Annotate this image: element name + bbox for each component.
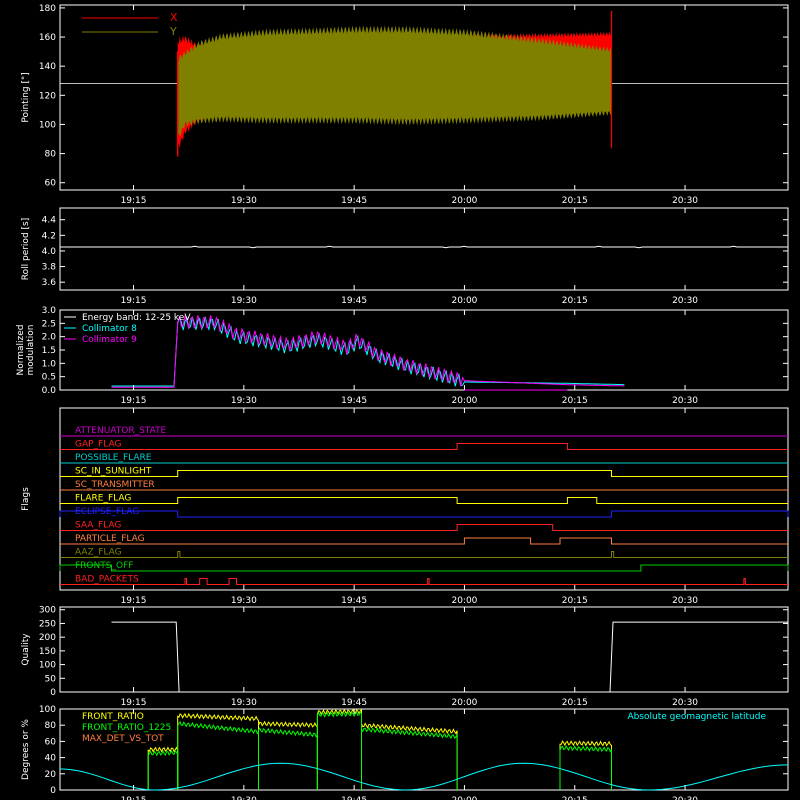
legend-label-Y: Y (169, 25, 177, 38)
x-tick-label: 20:30 (672, 796, 698, 800)
x-tick-label: 20:30 (672, 196, 698, 206)
x-tick-label: 20:00 (451, 596, 477, 606)
x-tick-label: 19:15 (121, 196, 147, 206)
x-tick-label: 19:15 (121, 596, 147, 606)
flag-label: AAZ_FLAG (75, 548, 122, 558)
legend-label-0: FRONT_RATIO (82, 712, 144, 722)
y-tick-label: 0 (50, 786, 56, 796)
x-tick-label: 20:15 (562, 596, 588, 606)
y-tick-label: 80 (45, 721, 57, 731)
legend-label-X: X (170, 11, 178, 24)
y-tick-label: 160 (39, 33, 56, 43)
hessi-observing-summary-figure: 60 80 100 120 140 160 180 19:15 19:30 19:45 20:00 2… (0, 0, 800, 800)
y-tick-label: 100 (39, 705, 56, 715)
y-axis-label: modulation (26, 325, 36, 376)
x-tick-label: 20:00 (451, 698, 477, 708)
x-tick-label: 19:45 (341, 196, 367, 206)
x-tick-label: 20:00 (451, 396, 477, 406)
x-tick-label: 19:30 (231, 296, 257, 306)
y-tick-label: 0.0 (42, 386, 57, 396)
y-tick-label: 0 (50, 688, 56, 698)
flag-label: PARTICLE_FLAG (75, 534, 145, 544)
x-tick-label: 19:45 (341, 296, 367, 306)
x-tick-label: 19:30 (231, 698, 257, 708)
x-tick-label: 19:45 (341, 396, 367, 406)
y-axis-label: Roll period [s] (21, 218, 31, 280)
y-tick-label: 40 (45, 754, 57, 764)
y-tick-label: 300 (39, 606, 56, 616)
y-tick-label: 60 (45, 179, 57, 189)
x-tick-label: 19:30 (231, 196, 257, 206)
y-tick-label: 100 (39, 661, 56, 671)
x-tick-label: 19:15 (121, 396, 147, 406)
x-tick-label: 20:30 (672, 396, 698, 406)
flag-label: BAD_PACKETS (75, 575, 139, 585)
y-tick-label: 60 (45, 737, 57, 747)
y-axis-label: Pointing ["] (21, 72, 31, 122)
y-axis-label: Degrees or % (21, 719, 31, 780)
x-tick-label: 19:30 (231, 596, 257, 606)
y-tick-label: 4.2 (42, 231, 56, 241)
y-axis-label: Quality (21, 633, 31, 666)
y-tick-label: 120 (39, 91, 56, 101)
y-tick-label: 4.0 (42, 247, 57, 257)
flag-label: SC_TRANSMITTER (75, 480, 155, 490)
x-tick-label: 20:30 (672, 296, 698, 306)
y-tick-label: 200 (39, 633, 56, 643)
x-tick-label: 20:00 (451, 196, 477, 206)
y-tick-label: 250 (39, 619, 56, 629)
x-tick-label: 19:30 (231, 796, 257, 800)
y-tick-label: 1.0 (42, 359, 57, 369)
y-axis-label: Normalized (16, 324, 26, 375)
y-tick-label: 0.5 (42, 373, 56, 383)
x-tick-label: 19:30 (231, 396, 257, 406)
flag-label: SAA_FLAG (75, 521, 121, 531)
x-tick-label: 19:45 (341, 596, 367, 606)
y-tick-label: 2.0 (42, 333, 57, 343)
y-tick-label: 3.6 (42, 278, 57, 288)
y-tick-label: 80 (45, 150, 57, 160)
x-tick-label: 20:15 (562, 796, 588, 800)
x-tick-label: 19:45 (341, 698, 367, 708)
y-tick-label: 3.0 (42, 306, 57, 316)
legend-label-1: FRONT_RATIO_1225 (82, 723, 171, 733)
x-tick-label: 20:15 (562, 196, 588, 206)
x-tick-label: 20:00 (451, 296, 477, 306)
x-tick-label: 19:15 (121, 796, 147, 800)
legend-label-0: Energy band: 12-25 keV (82, 313, 191, 323)
y-tick-label: 50 (45, 674, 57, 684)
y-tick-label: 2.5 (42, 319, 56, 329)
flag-label: GAP_FLAG (75, 440, 121, 450)
flag-label: SC_IN_SUNLIGHT (75, 467, 152, 477)
x-tick-label: 19:15 (121, 698, 147, 708)
flag-label: POSSIBLE_FLARE (75, 453, 152, 463)
flag-label: ECLIPSE_FLAG (75, 507, 139, 517)
legend-label-1: Collimator 8 (82, 324, 137, 334)
y-tick-label: 100 (39, 120, 56, 130)
x-tick-label: 19:15 (121, 296, 147, 306)
x-tick-label: 19:45 (341, 796, 367, 800)
y-tick-label: 180 (39, 4, 56, 14)
flag-label: FRONTS_OFF (75, 561, 133, 571)
x-tick-label: 20:15 (562, 698, 588, 708)
x-tick-label: 20:15 (562, 396, 588, 406)
y-tick-label: 4.4 (42, 216, 57, 226)
y-tick-label: 3.8 (42, 263, 57, 273)
legend-label-2: MAX_DET_VS_TOT (82, 734, 164, 744)
y-tick-label: 1.5 (42, 346, 56, 356)
right-legend-label: Absolute geomagnetic latitude (627, 712, 766, 722)
y-tick-label: 150 (39, 647, 56, 657)
y-tick-label: 20 (45, 770, 57, 780)
y-tick-label: 140 (39, 62, 56, 72)
x-tick-label: 20:30 (672, 698, 698, 708)
y-axis-label: Flags (21, 487, 31, 511)
flag-label: FLARE_FLAG (75, 494, 131, 504)
x-tick-label: 20:30 (672, 596, 698, 606)
x-tick-label: 20:15 (562, 296, 588, 306)
flag-label: ATTENUATOR_STATE (75, 426, 167, 436)
x-tick-label: 20:00 (451, 796, 477, 800)
legend-label-2: Collimator 9 (82, 335, 137, 345)
